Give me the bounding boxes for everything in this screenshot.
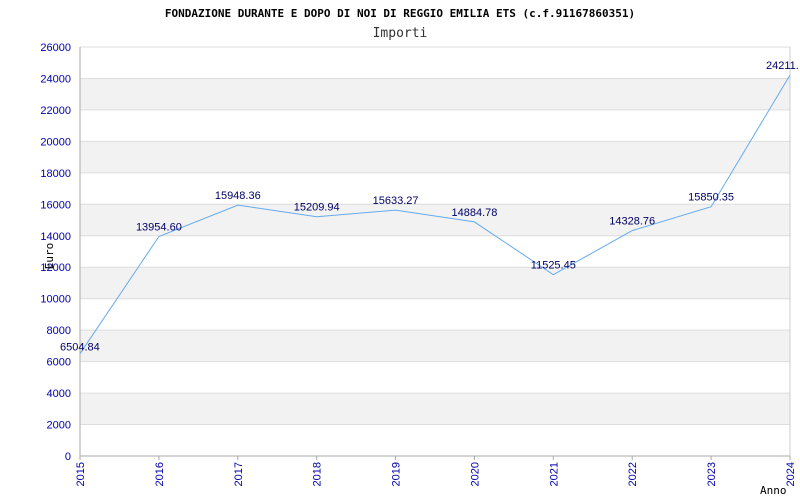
data-label: 11525.45 <box>531 260 576 272</box>
data-label: 24211. <box>766 60 799 72</box>
line-chart: FONDAZIONE DURANTE E DOPO DI NOI DI REGG… <box>40 7 799 497</box>
grid-band <box>80 330 790 362</box>
y-tick-label: 22000 <box>40 105 71 117</box>
plot-bands <box>80 78 790 425</box>
data-label: 14328.76 <box>609 216 655 228</box>
x-tick-label: 2023 <box>706 462 718 486</box>
y-tick-label: 14000 <box>40 231 71 243</box>
y-tick-label: 8000 <box>47 325 71 337</box>
x-tick-label: 2022 <box>627 462 639 486</box>
x-tick-label: 2018 <box>312 462 324 486</box>
y-tick-label: 20000 <box>40 136 71 148</box>
y-tick-label: 16000 <box>40 199 71 211</box>
y-axis-label: Euro <box>43 243 56 270</box>
y-tick-label: 26000 <box>40 42 71 54</box>
y-tick-label: 10000 <box>40 294 71 306</box>
data-label: 15948.36 <box>215 190 261 202</box>
x-ticks: 2015 2016 2017 2018 2019 2020 2021 2022 2023 2024 <box>75 456 797 486</box>
x-tick-label: 2020 <box>469 462 481 486</box>
data-label: 13954.60 <box>136 221 182 233</box>
data-label: 14884.78 <box>451 207 497 219</box>
x-tick-label: 2021 <box>548 462 560 486</box>
data-label: 15633.27 <box>373 195 419 207</box>
x-tick-label: 2015 <box>75 462 87 486</box>
y-tick-label: 24000 <box>40 73 71 85</box>
grid-band <box>80 393 790 425</box>
data-label: 6504.84 <box>60 342 100 354</box>
x-tick-label: 2016 <box>154 462 166 486</box>
x-tick-label: 2017 <box>233 462 245 486</box>
grid-band <box>80 267 790 299</box>
y-tick-label: 4000 <box>47 388 71 400</box>
y-tick-label: 6000 <box>47 357 71 369</box>
grid-band <box>80 141 790 173</box>
grid-band <box>80 204 790 236</box>
x-tick-label: 2024 <box>785 462 797 486</box>
x-axis-label: Anno <box>760 484 787 497</box>
grid-band <box>80 78 790 110</box>
chart-title: FONDAZIONE DURANTE E DOPO DI NOI DI REGG… <box>165 7 635 20</box>
y-tick-label: 18000 <box>40 168 71 180</box>
y-tick-label: 0 <box>65 451 71 463</box>
y-tick-label: 2000 <box>47 420 71 432</box>
x-tick-label: 2019 <box>391 462 403 486</box>
data-label: 15850.35 <box>688 192 734 204</box>
data-label: 15209.94 <box>294 202 340 214</box>
chart-subtitle: Importi <box>373 26 428 41</box>
